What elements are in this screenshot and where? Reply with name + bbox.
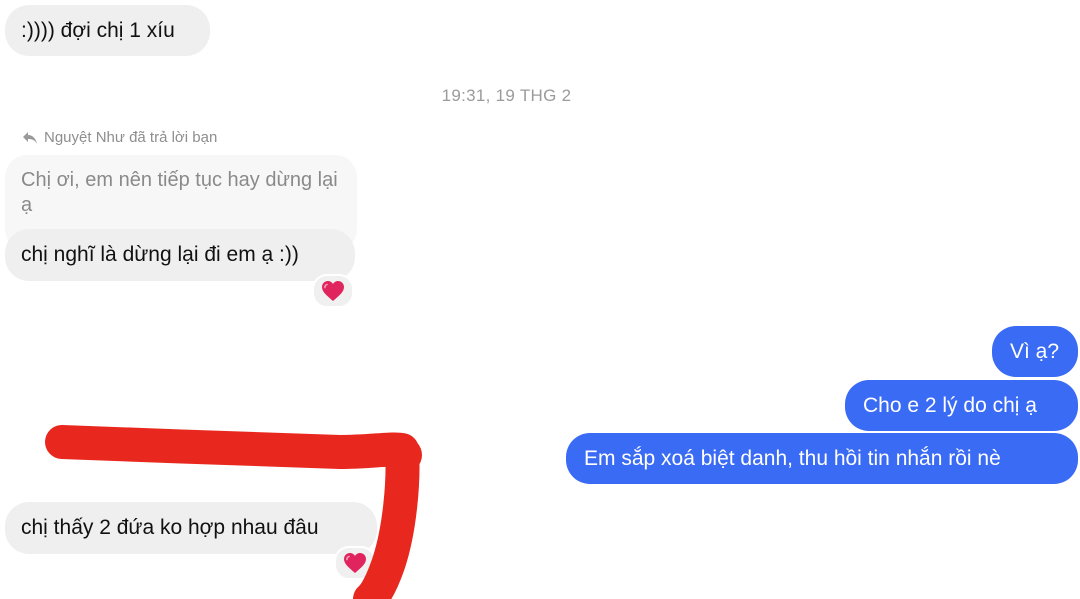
message-reaction[interactable] — [334, 546, 376, 580]
message-timestamp: 19:31, 19 THG 2 — [441, 86, 572, 105]
message-bubble-incoming[interactable]: chị thấy 2 đứa ko hợp nhau đâu — [5, 502, 377, 554]
message-text: Em sắp xoá biệt danh, thu hồi tin nhắn r… — [584, 447, 1001, 470]
message-bubble-incoming[interactable]: chị nghĩ là dừng lại đi em ạ :)) — [5, 229, 355, 281]
message-bubble-outgoing[interactable]: Em sắp xoá biệt danh, thu hồi tin nhắn r… — [566, 433, 1078, 484]
reply-indicator: Nguyệt Như đã trả lời bạn — [22, 129, 217, 146]
red-heart-icon — [344, 553, 366, 573]
message-text: chị nghĩ là dừng lại đi em ạ :)) — [21, 243, 299, 266]
message-text: Vì ạ? — [1010, 340, 1060, 363]
message-reaction[interactable] — [312, 274, 354, 308]
message-text: chị thấy 2 đứa ko hợp nhau đâu — [21, 516, 319, 539]
chat-thread: :)))) đợi chị 1 xíu 19:31, 19 THG 2 Nguy… — [0, 0, 1080, 599]
message-text: :)))) đợi chị 1 xíu — [21, 19, 175, 42]
message-text: Cho e 2 lý do chị ạ — [863, 394, 1037, 417]
reply-note-text: Nguyệt Như đã trả lời bạn — [44, 129, 218, 146]
message-bubble-incoming[interactable]: :)))) đợi chị 1 xíu — [5, 5, 210, 56]
red-heart-icon — [322, 281, 344, 301]
reply-arrow-icon — [22, 131, 38, 145]
message-bubble-outgoing[interactable]: Vì ạ? — [992, 326, 1078, 377]
quoted-message-text: Chị ơi, em nên tiếp tục hay dừng lại ạ — [21, 169, 338, 216]
message-bubble-outgoing[interactable]: Cho e 2 lý do chị ạ — [845, 380, 1078, 431]
